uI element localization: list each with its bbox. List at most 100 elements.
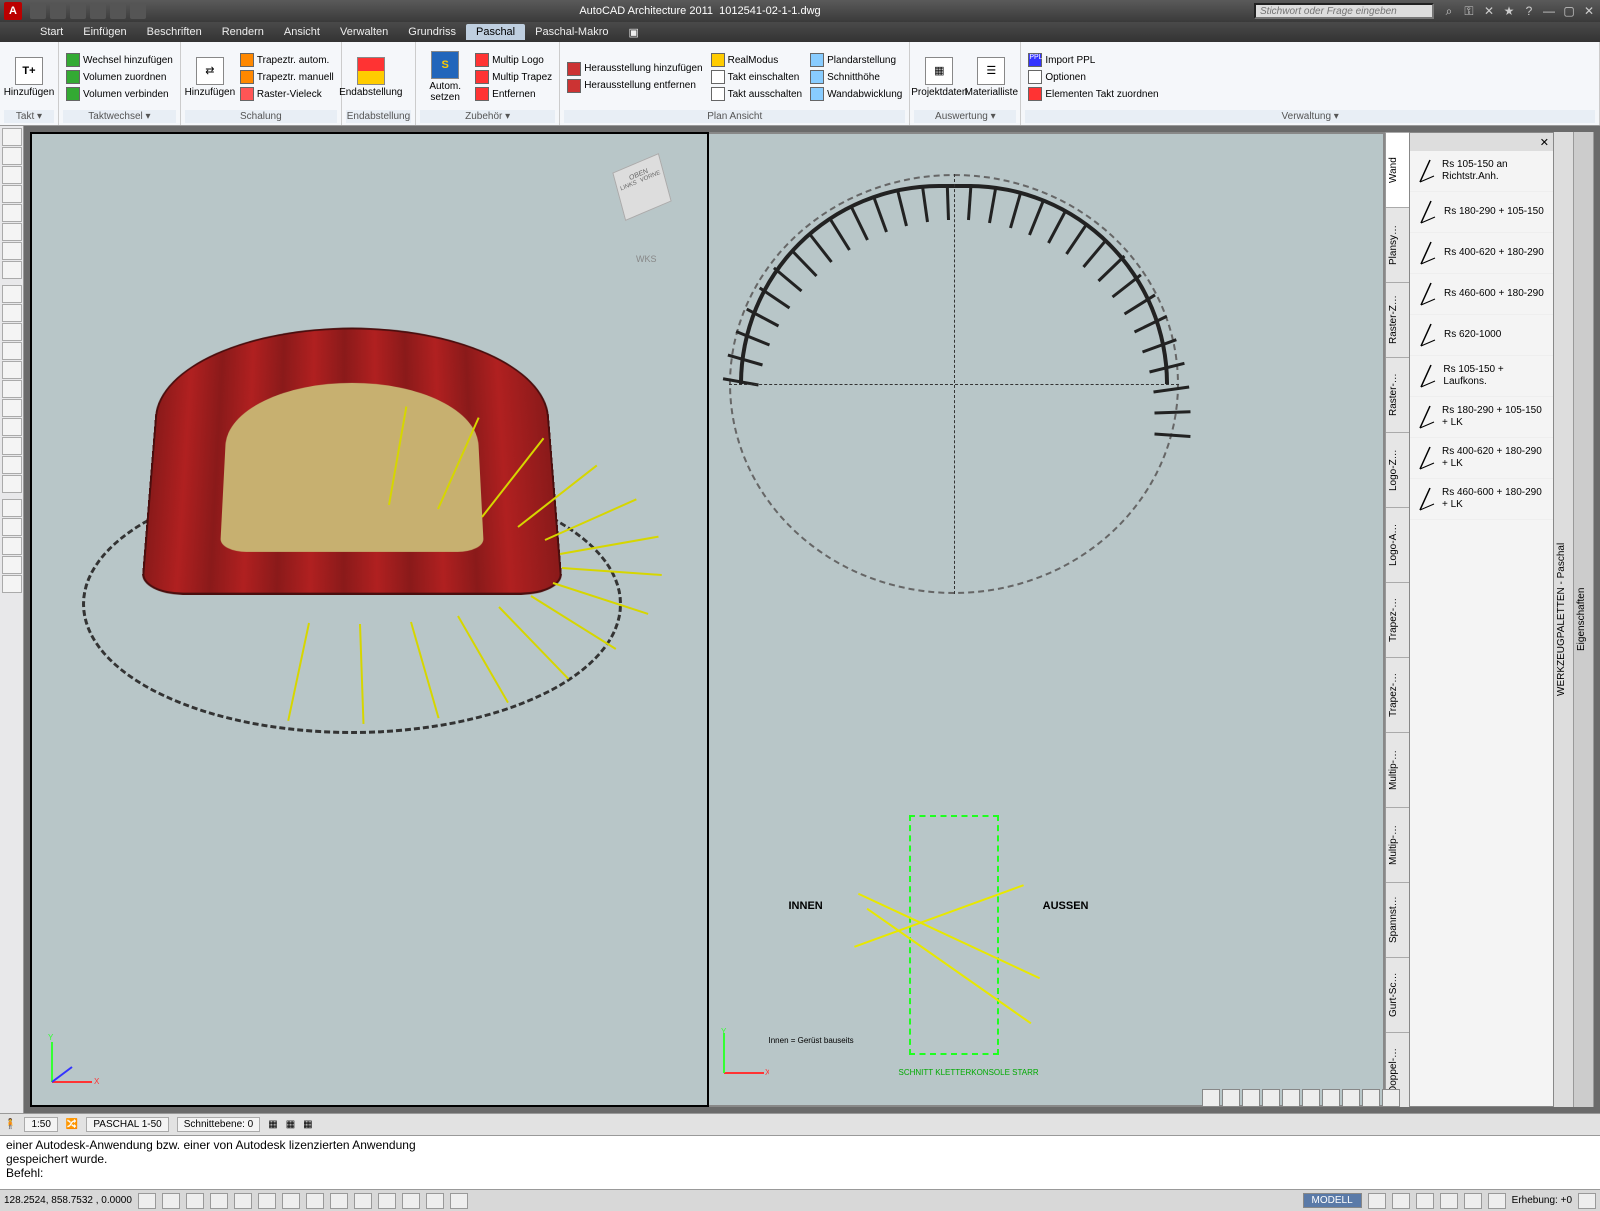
tab-start[interactable]: Start	[30, 24, 73, 40]
star-icon[interactable]: ★	[1502, 4, 1516, 18]
otrack-toggle-icon[interactable]	[258, 1193, 276, 1209]
help-search-input[interactable]	[1254, 3, 1434, 19]
layout-tab-icon[interactable]	[1368, 1193, 1386, 1209]
minimize-icon[interactable]: —	[1542, 4, 1556, 18]
visual-style-4-icon[interactable]	[1362, 1089, 1380, 1107]
ribbon-group-label[interactable]: Zubehör ▾	[420, 110, 555, 123]
vtab-item[interactable]: Wand	[1386, 132, 1409, 207]
properties-panel-tab[interactable]: Eigenschaften	[1574, 132, 1594, 1107]
fillet-tool-icon[interactable]	[2, 475, 22, 493]
plandarstellung-button[interactable]: Plandarstellung	[807, 52, 905, 68]
vtab-item[interactable]: Trapez-…	[1386, 657, 1409, 732]
herausstellung-entfernen-button[interactable]: Herausstellung entfernen	[564, 78, 705, 94]
osnap-toggle-icon[interactable]	[234, 1193, 252, 1209]
grid-toggle-icon[interactable]	[162, 1193, 180, 1209]
key-icon[interactable]: ⚿	[1462, 4, 1476, 18]
tab-einfuegen[interactable]: Einfügen	[73, 24, 136, 40]
palette-close-button[interactable]: ✕	[1410, 133, 1553, 151]
status-icon[interactable]: ▦	[286, 1119, 295, 1130]
qat-print-icon[interactable]	[130, 3, 146, 19]
dyn-toggle-icon[interactable]	[306, 1193, 324, 1209]
palette-item[interactable]: Rs 180-290 + 105-150 + LK	[1410, 397, 1553, 438]
layer-tool-icon[interactable]	[2, 556, 22, 574]
multip-trapez-button[interactable]: Multip Trapez	[472, 69, 555, 85]
visual-style-5-icon[interactable]	[1382, 1089, 1400, 1107]
vtab-item[interactable]: Raster-…	[1386, 357, 1409, 432]
takt-einschalten-button[interactable]: Takt einschalten	[708, 69, 806, 85]
rotate-tool-icon[interactable]	[2, 380, 22, 398]
schnittebene-field[interactable]: Schnittebene: 0	[177, 1117, 261, 1132]
nav-icon[interactable]	[1464, 1193, 1482, 1209]
optionen-button[interactable]: Optionen	[1025, 69, 1161, 85]
circle-tool-icon[interactable]	[2, 223, 22, 241]
offset-tool-icon[interactable]	[2, 342, 22, 360]
nav-icon[interactable]	[1488, 1193, 1506, 1209]
stretch-tool-icon[interactable]	[2, 418, 22, 436]
vtab-item[interactable]: Multip-…	[1386, 807, 1409, 882]
vtab-item[interactable]: Gurt-Sc…	[1386, 957, 1409, 1032]
tab-paschal[interactable]: Paschal	[466, 24, 525, 40]
copy-tool-icon[interactable]	[2, 304, 22, 322]
qat-save-icon[interactable]	[70, 3, 86, 19]
viewcube-face[interactable]: OBEN LINKSVORNE	[612, 153, 671, 221]
tab-verwalten[interactable]: Verwalten	[330, 24, 398, 40]
help-icon[interactable]: ?	[1522, 4, 1536, 18]
orbit-icon[interactable]	[1282, 1089, 1300, 1107]
qat-undo-icon[interactable]	[90, 3, 106, 19]
line-tool-icon[interactable]	[2, 128, 22, 146]
binoculars-icon[interactable]: ⌕	[1442, 4, 1456, 18]
palette-item[interactable]: Rs 460-600 + 180-290 + LK	[1410, 479, 1553, 520]
palette-item[interactable]: Rs 400-620 + 180-290	[1410, 233, 1553, 274]
scale-tool-icon[interactable]	[2, 399, 22, 417]
close-icon[interactable]: ✕	[1582, 4, 1596, 18]
polar-toggle-icon[interactable]	[210, 1193, 228, 1209]
raster-vieleck-button[interactable]: Raster-Vieleck	[237, 86, 337, 102]
scale-dropdown[interactable]: 1:50	[24, 1117, 57, 1132]
herausstellung-hinzufuegen-button[interactable]: Herausstellung hinzufügen	[564, 61, 705, 77]
entfernen-button[interactable]: Entfernen	[472, 86, 555, 102]
command-line[interactable]: einer Autodesk-Anwendung bzw. einer von …	[0, 1135, 1600, 1189]
status-toggle-icon[interactable]	[426, 1193, 444, 1209]
ribbon-group-label[interactable]: Takt ▾	[4, 110, 54, 123]
wandabwicklung-button[interactable]: Wandabwicklung	[807, 86, 905, 102]
visual-style-3-icon[interactable]	[1342, 1089, 1360, 1107]
vtab-item[interactable]: Trapez-…	[1386, 582, 1409, 657]
quick-view-icon[interactable]	[1416, 1193, 1434, 1209]
palette-item[interactable]: Rs 460-600 + 180-290	[1410, 274, 1553, 315]
ribbon-group-label[interactable]: Taktwechsel ▾	[63, 110, 176, 123]
qat-redo-icon[interactable]	[110, 3, 126, 19]
layout-name[interactable]: PASCHAL 1-50	[86, 1117, 168, 1132]
mirror-tool-icon[interactable]	[2, 323, 22, 341]
tab-expand-icon[interactable]: ▣	[618, 24, 648, 41]
model-space-tab[interactable]: MODELL	[1303, 1193, 1362, 1208]
ucs-icon[interactable]: XY	[42, 1032, 102, 1095]
polyline-tool-icon[interactable]	[2, 147, 22, 165]
tab-ansicht[interactable]: Ansicht	[274, 24, 330, 40]
ortho-toggle-icon[interactable]	[186, 1193, 204, 1209]
hatch-tool-icon[interactable]	[2, 518, 22, 536]
ribbon-group-label[interactable]: Verwaltung ▾	[1025, 110, 1595, 123]
ucs-icon-2d[interactable]: XY	[719, 1028, 769, 1081]
palette-item[interactable]: Rs 620-1000	[1410, 315, 1553, 356]
visual-style-2-icon[interactable]	[1322, 1089, 1340, 1107]
projektdaten-button[interactable]: ▦Projektdaten	[914, 44, 964, 110]
palette-item[interactable]: Rs 180-290 + 105-150	[1410, 192, 1553, 233]
vtab-item[interactable]: Spannst…	[1386, 882, 1409, 957]
schnitthoehe-button[interactable]: Schnitthöhe	[807, 69, 905, 85]
visual-style-icon[interactable]	[1302, 1089, 1320, 1107]
vtab-item[interactable]: Logo-A…	[1386, 507, 1409, 582]
viewcube[interactable]: OBEN LINKSVORNE	[607, 154, 677, 224]
multip-logo-button[interactable]: Multip Logo	[472, 52, 555, 68]
app-logo-icon[interactable]: A	[4, 2, 22, 20]
tab-rendern[interactable]: Rendern	[212, 24, 274, 40]
ducs-toggle-icon[interactable]	[282, 1193, 300, 1209]
import-ppl-button[interactable]: PPLImport PPL	[1025, 52, 1161, 68]
palette-item[interactable]: Rs 400-620 + 180-290 + LK	[1410, 438, 1553, 479]
palette-title-bar[interactable]: WERKZEUGPALETTEN - Paschal	[1554, 132, 1574, 1107]
arc-tool-icon[interactable]	[2, 166, 22, 184]
settings-icon[interactable]	[1578, 1193, 1596, 1209]
takt-ausschalten-button[interactable]: Takt ausschalten	[708, 86, 806, 102]
text-tool-icon[interactable]	[2, 261, 22, 279]
maximize-icon[interactable]: ▢	[1562, 4, 1576, 18]
polygon-tool-icon[interactable]	[2, 185, 22, 203]
